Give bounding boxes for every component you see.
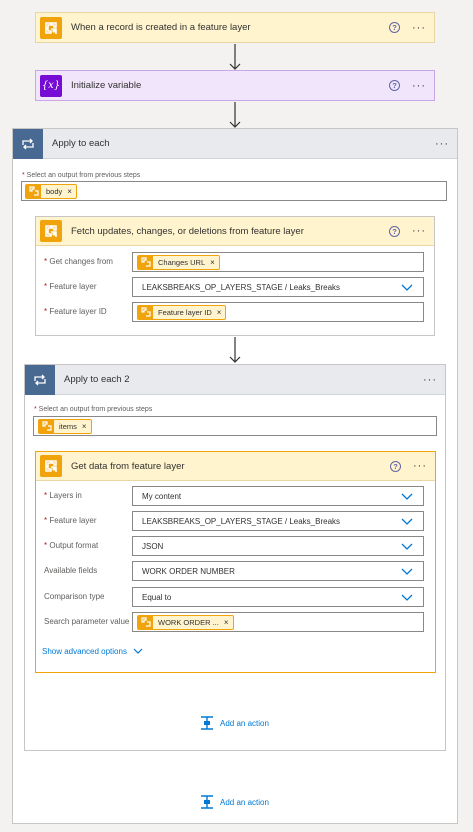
initialize-variable-card[interactable]: {x} Initialize variable ? ··· bbox=[35, 70, 435, 101]
field-label: Layers in bbox=[44, 491, 81, 500]
get-data-title: Get data from feature layer bbox=[71, 460, 185, 472]
layers-in-select[interactable]: My content bbox=[132, 486, 424, 506]
more-options-button[interactable]: ··· bbox=[413, 461, 427, 472]
variable-icon: {x} bbox=[40, 74, 62, 97]
field-label: Available fields bbox=[44, 566, 98, 575]
field-label: Feature layer bbox=[44, 282, 96, 291]
chevron-down-icon bbox=[401, 284, 413, 291]
add-action-icon bbox=[201, 716, 213, 730]
trigger-card[interactable]: When a record is created in a feature la… bbox=[35, 12, 435, 43]
field-label: Search parameter value bbox=[44, 617, 130, 626]
available-fields-select[interactable]: WORK ORDER NUMBER bbox=[132, 561, 424, 581]
help-icon[interactable]: ? bbox=[389, 225, 400, 237]
connector-arrow bbox=[229, 44, 241, 70]
more-options-button[interactable]: ··· bbox=[412, 22, 426, 33]
fetch-title: Fetch updates, changes, or deletions fro… bbox=[71, 225, 304, 237]
remove-token-icon[interactable]: × bbox=[224, 618, 229, 627]
feature-layer-select[interactable]: LEAKSBREAKS_OP_LAYERS_STAGE / Leaks_Brea… bbox=[132, 277, 424, 297]
remove-token-icon[interactable]: × bbox=[67, 187, 72, 196]
add-action-button[interactable]: Add an action bbox=[200, 795, 269, 809]
gis-icon bbox=[40, 455, 62, 477]
select-value: LEAKSBREAKS_OP_LAYERS_STAGE / Leaks_Brea… bbox=[142, 282, 341, 292]
remove-token-icon[interactable]: × bbox=[82, 422, 87, 431]
gis-icon bbox=[26, 184, 41, 198]
loop-icon bbox=[25, 364, 55, 395]
chevron-down-icon bbox=[401, 518, 413, 525]
help-icon[interactable]: ? bbox=[389, 80, 400, 91]
select-value: LEAKSBREAKS_OP_LAYERS_STAGE / Leaks_Brea… bbox=[142, 516, 341, 526]
select-value: My content bbox=[142, 491, 182, 501]
chevron-down-icon bbox=[401, 568, 413, 575]
select-output-label: Select an output from previous steps bbox=[22, 172, 141, 179]
chevron-down-icon bbox=[133, 648, 143, 654]
gis-icon bbox=[40, 16, 62, 39]
comparison-type-select[interactable]: Equal to bbox=[132, 587, 424, 607]
chevron-down-icon bbox=[401, 543, 413, 550]
token-label: WORK ORDER ... bbox=[158, 617, 219, 627]
body-token[interactable]: body × bbox=[25, 183, 77, 199]
token-label: items bbox=[59, 421, 77, 431]
help-icon[interactable]: ? bbox=[390, 460, 401, 472]
apply-to-each-title: Apply to each bbox=[52, 138, 110, 149]
select-output-label: Select an output from previous steps bbox=[34, 406, 153, 413]
show-advanced-options-link[interactable]: Show advanced options bbox=[42, 646, 144, 656]
more-options-button[interactable]: ··· bbox=[423, 374, 437, 385]
output-format-select[interactable]: JSON bbox=[132, 536, 424, 556]
field-label: Comparison type bbox=[44, 592, 105, 601]
loop-icon bbox=[13, 128, 43, 159]
chevron-down-icon bbox=[401, 493, 413, 500]
gis-icon bbox=[39, 419, 54, 433]
feature-layer-select[interactable]: LEAKSBREAKS_OP_LAYERS_STAGE / Leaks_Brea… bbox=[132, 511, 424, 531]
connector-arrow bbox=[229, 337, 241, 363]
token-label: Feature layer ID bbox=[158, 307, 212, 317]
select-output-input[interactable]: body × bbox=[21, 181, 447, 201]
help-icon[interactable]: ? bbox=[389, 22, 400, 33]
remove-token-icon[interactable]: × bbox=[210, 258, 215, 267]
gis-icon bbox=[138, 255, 153, 269]
select-value: WORK ORDER NUMBER bbox=[142, 566, 235, 576]
more-options-button[interactable]: ··· bbox=[412, 226, 426, 237]
add-action-icon bbox=[201, 795, 213, 809]
field-label: Feature layer bbox=[44, 516, 96, 525]
items-token[interactable]: items × bbox=[38, 418, 92, 434]
gis-icon bbox=[138, 305, 153, 319]
feature-layer-id-input[interactable]: Feature layer ID × bbox=[132, 302, 424, 322]
get-changes-from-input[interactable]: Changes URL × bbox=[132, 252, 424, 272]
remove-token-icon[interactable]: × bbox=[217, 308, 222, 317]
more-options-button[interactable]: ··· bbox=[412, 80, 426, 91]
trigger-title: When a record is created in a feature la… bbox=[71, 22, 251, 33]
more-options-button[interactable]: ··· bbox=[435, 138, 449, 149]
field-label: Feature layer ID bbox=[44, 307, 106, 316]
select-value: JSON bbox=[142, 541, 164, 551]
search-parameter-input[interactable]: WORK ORDER ... × bbox=[132, 612, 424, 632]
gis-icon bbox=[138, 615, 153, 629]
field-label: Output format bbox=[44, 541, 98, 550]
field-label: Get changes from bbox=[44, 257, 113, 266]
connector-arrow bbox=[229, 102, 241, 128]
feature-layer-id-token[interactable]: Feature layer ID × bbox=[137, 304, 227, 320]
changes-url-token[interactable]: Changes URL × bbox=[137, 254, 220, 270]
add-action-button[interactable]: Add an action bbox=[200, 716, 269, 730]
token-label: Changes URL bbox=[158, 257, 206, 267]
chevron-down-icon bbox=[401, 594, 413, 601]
select-value: Equal to bbox=[142, 592, 172, 602]
apply-to-each-2-title: Apply to each 2 bbox=[64, 374, 130, 385]
init-variable-title: Initialize variable bbox=[71, 80, 142, 91]
select-output-input[interactable]: items × bbox=[33, 416, 437, 436]
gis-icon bbox=[40, 220, 62, 242]
work-order-token[interactable]: WORK ORDER ... × bbox=[137, 614, 234, 630]
token-label: body bbox=[46, 186, 63, 196]
